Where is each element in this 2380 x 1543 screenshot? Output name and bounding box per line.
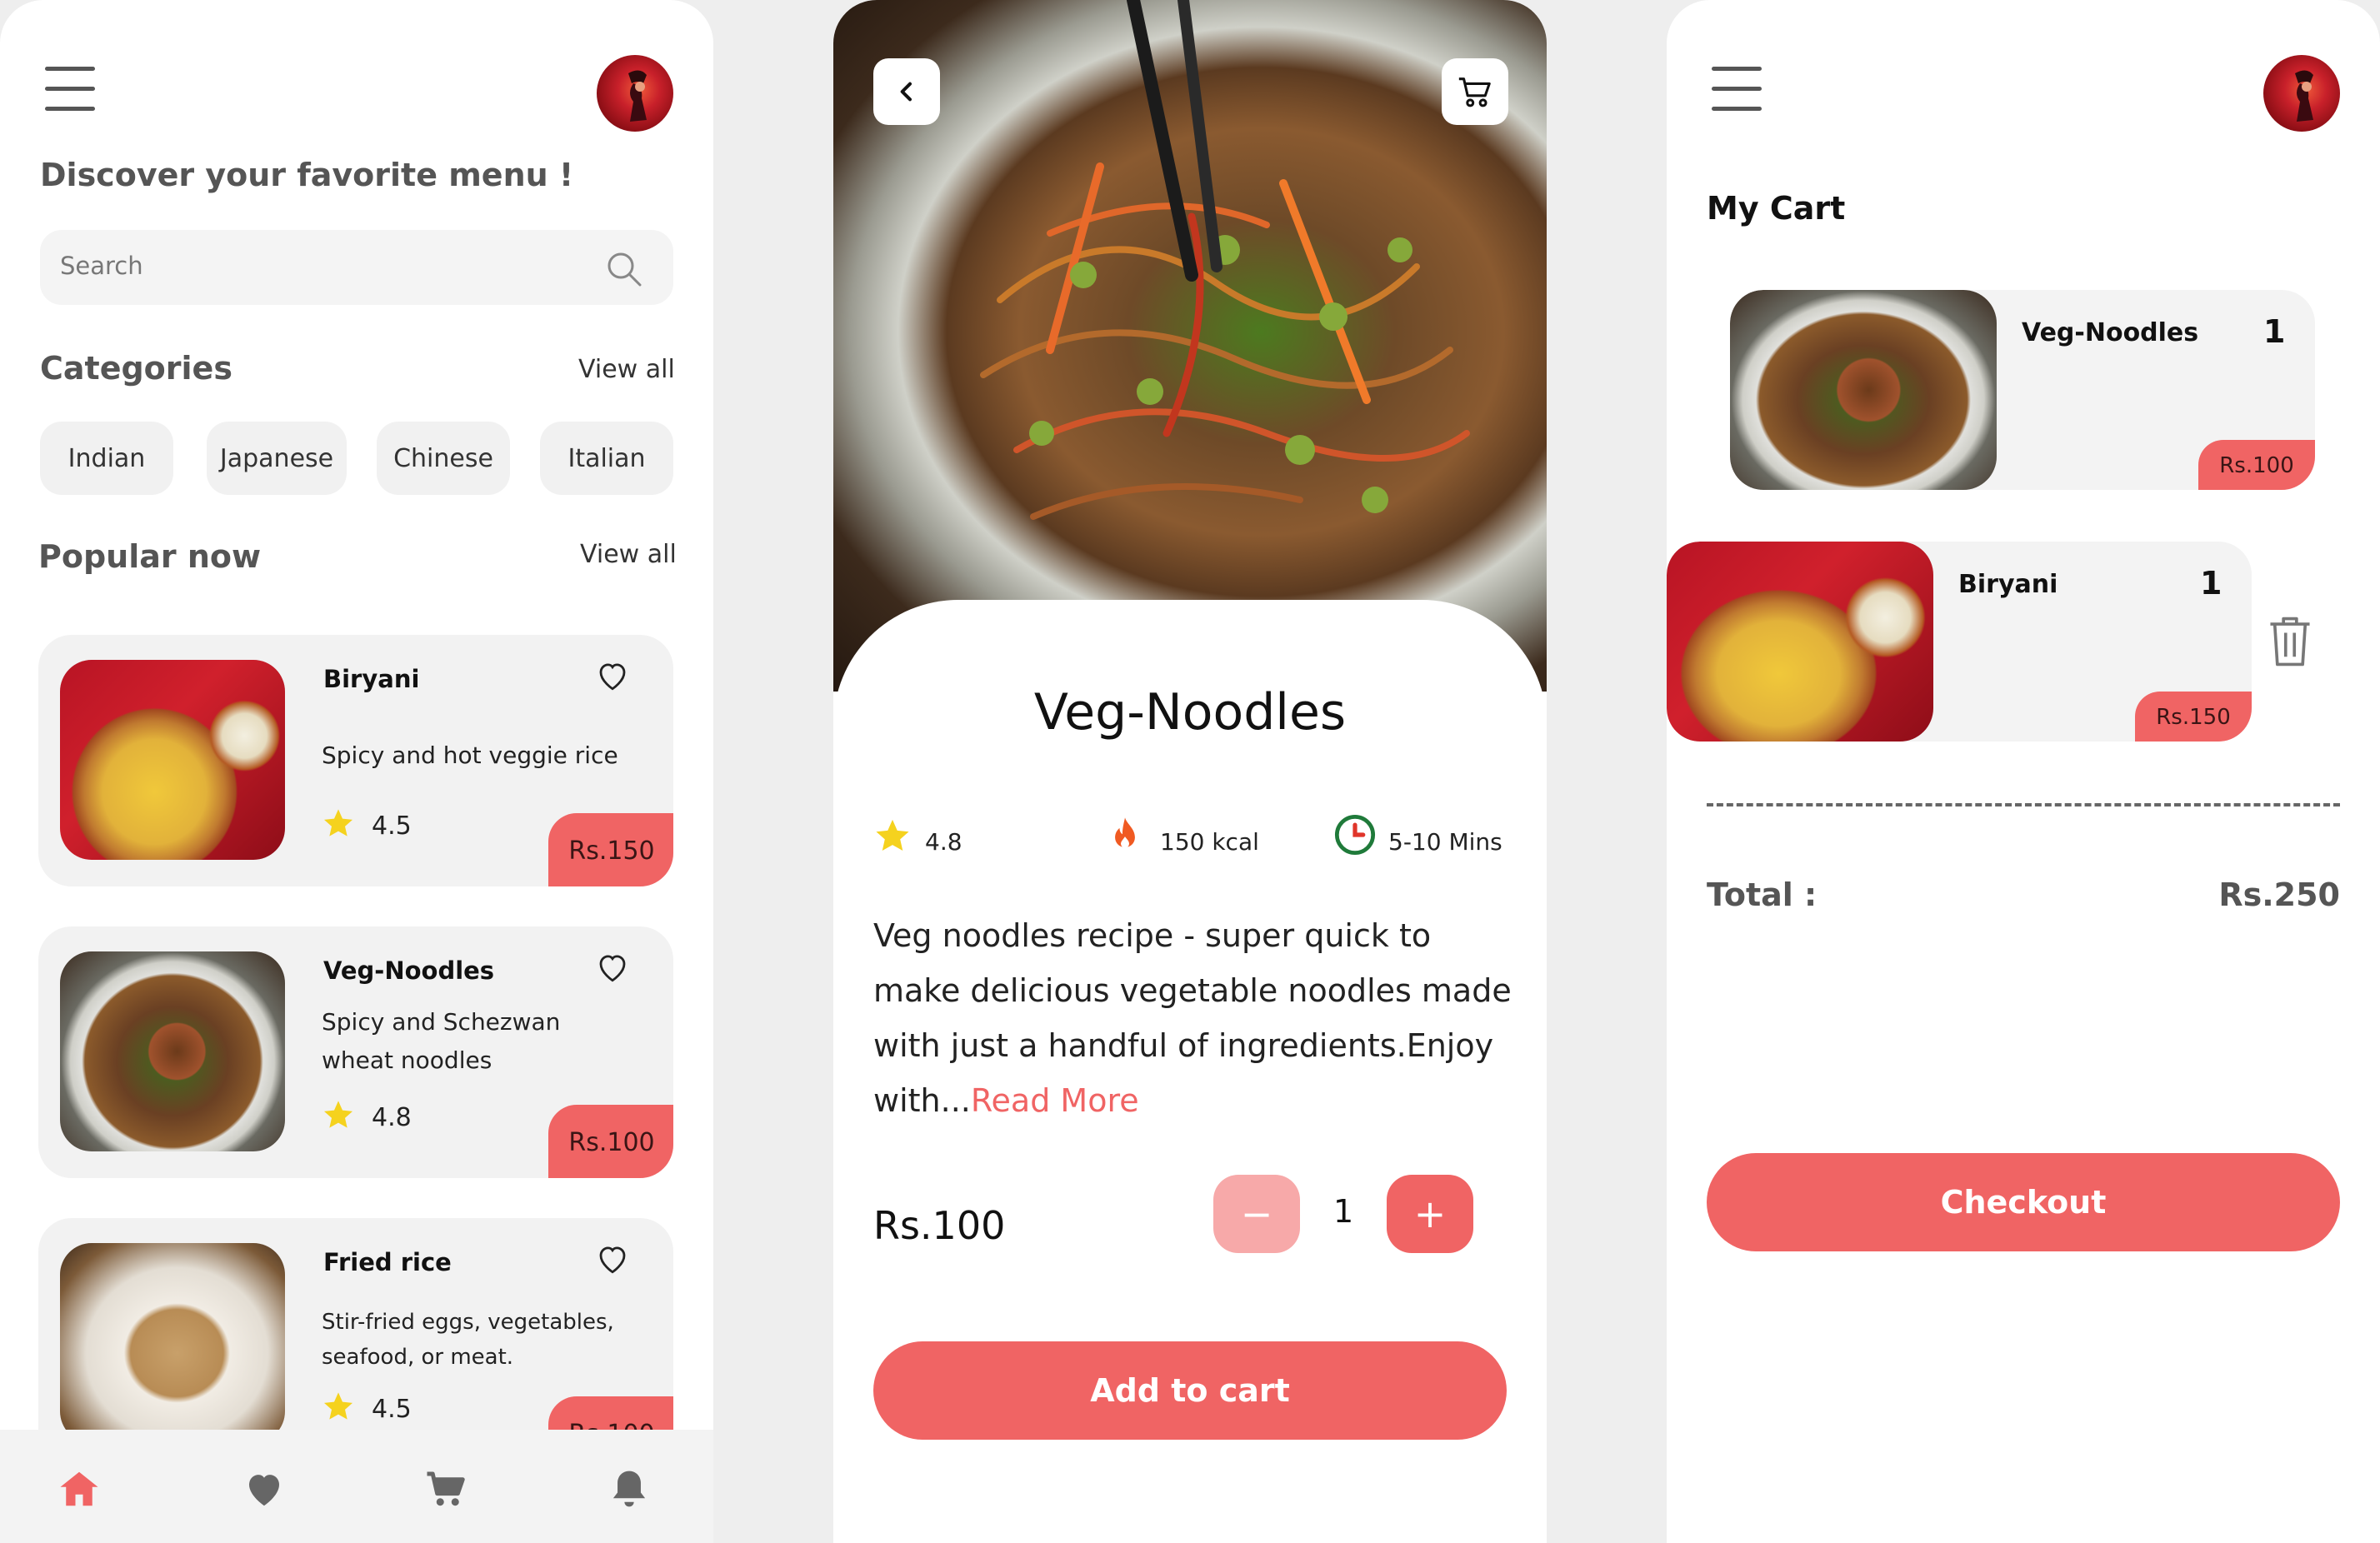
flame-icon — [1115, 817, 1135, 848]
food-name: Veg-Noodles — [323, 956, 495, 985]
description-text: Veg noodles recipe - super quick to make… — [873, 917, 1512, 1119]
heart-outline-icon[interactable] — [595, 1241, 630, 1276]
star-icon — [324, 809, 352, 836]
food-rating: 4.8 — [372, 1103, 412, 1132]
avatar[interactable] — [2263, 55, 2340, 132]
category-chip-italian[interactable]: Italian — [540, 422, 673, 495]
food-rating: 4.5 — [372, 1395, 412, 1424]
back-button[interactable] — [873, 58, 940, 125]
cart-item-price: Rs.150 — [2135, 692, 2252, 742]
categories-title: Categories — [40, 350, 232, 387]
read-more-link[interactable]: Read More — [971, 1082, 1139, 1119]
cart-item-name: Biryani — [1958, 570, 2058, 599]
star-icon — [324, 1101, 352, 1128]
bell-icon[interactable] — [607, 1466, 652, 1511]
divider — [1707, 803, 2340, 806]
food-description: Spicy and Schezwan wheat noodles — [322, 1008, 561, 1074]
avatar[interactable] — [597, 55, 673, 132]
star-icon — [324, 1392, 352, 1420]
food-card-veg-noodles[interactable]: Veg-Noodles Spicy and Schezwan wheat noo… — [38, 926, 673, 1178]
search-icon[interactable] — [605, 250, 643, 288]
food-rating: 4.5 — [372, 811, 412, 841]
decrease-quantity-button[interactable]: − — [1213, 1175, 1300, 1253]
detail-screen: Veg-Noodles 4.8 150 kcal 5-10 Mins Veg n… — [833, 0, 1547, 1543]
biryani-image — [1667, 542, 1933, 742]
product-name: Veg-Noodles — [1033, 683, 1347, 742]
category-chip-chinese[interactable]: Chinese — [377, 422, 510, 495]
price-tag: Rs.100 — [548, 1105, 673, 1178]
food-description: Stir-fried eggs, vegetables, seafood, or… — [322, 1310, 614, 1370]
fried-rice-image — [60, 1243, 285, 1443]
product-price: Rs.100 — [873, 1203, 1006, 1248]
checkout-button[interactable]: Checkout — [1707, 1153, 2340, 1251]
cart-icon[interactable] — [423, 1466, 468, 1511]
cart-title: My Cart — [1707, 190, 1846, 227]
page-title: Discover your favorite menu ! — [40, 157, 574, 193]
noodles-texture — [980, 0, 1470, 520]
category-chip-indian[interactable]: Indian — [40, 422, 173, 495]
total-label: Total : — [1707, 876, 1818, 913]
home-screen: Discover your favorite menu ! Search Cat… — [0, 0, 713, 1543]
product-description: Veg noodles recipe - super quick to make… — [873, 908, 1523, 1128]
cart-item-price: Rs.100 — [2198, 440, 2315, 490]
bottom-tab-bar — [0, 1430, 713, 1543]
product-kcal: 150 kcal — [1160, 828, 1259, 856]
star-icon — [876, 819, 909, 851]
heart-icon[interactable] — [242, 1466, 287, 1511]
clock-icon — [1334, 814, 1376, 856]
veg-noodles-image — [60, 951, 285, 1151]
total-value: Rs.250 — [2218, 876, 2340, 913]
trash-icon[interactable] — [2263, 613, 2317, 670]
cart-item-name: Veg-Noodles — [2022, 318, 2199, 347]
cart-button[interactable] — [1442, 58, 1508, 125]
cart-icon — [1458, 77, 1491, 107]
categories-view-all-link[interactable]: View all — [578, 355, 675, 384]
menu-icon[interactable] — [45, 67, 95, 113]
cart-item-quantity: 1 — [2200, 565, 2222, 602]
product-time: 5-10 Mins — [1388, 828, 1502, 856]
biryani-image — [60, 660, 285, 860]
search-input[interactable]: Search — [40, 230, 673, 305]
category-chip-japanese[interactable]: Japanese — [207, 422, 347, 495]
heart-outline-icon[interactable] — [595, 658, 630, 693]
add-to-cart-button[interactable]: Add to cart — [873, 1341, 1507, 1440]
home-icon[interactable] — [57, 1466, 102, 1511]
food-card-biryani[interactable]: Biryani Spicy and hot veggie rice 4.5 Rs… — [38, 635, 673, 886]
popular-title: Popular now — [38, 538, 262, 575]
cart-item-biryani[interactable]: Biryani 1 Rs.150 — [1667, 542, 2252, 742]
menu-icon[interactable] — [1712, 67, 1762, 113]
food-description: Spicy and hot veggie rice — [322, 742, 618, 769]
increase-quantity-button[interactable]: + — [1387, 1175, 1473, 1253]
food-name: Fried rice — [323, 1248, 452, 1276]
popular-view-all-link[interactable]: View all — [580, 540, 677, 569]
heart-outline-icon[interactable] — [595, 950, 630, 985]
veg-noodles-hero-image — [833, 0, 1547, 692]
plus-icon: + — [1413, 1191, 1447, 1236]
quantity-value: 1 — [1333, 1193, 1354, 1230]
cart-screen: My Cart Veg-Noodles 1 Rs.100 Biryani 1 R… — [1667, 0, 2380, 1543]
search-placeholder: Search — [60, 252, 143, 280]
price-tag: Rs.150 — [548, 813, 673, 886]
chevron-left-icon — [900, 82, 912, 102]
product-rating: 4.8 — [925, 828, 962, 856]
cart-item-quantity: 1 — [2263, 313, 2286, 350]
food-name: Biryani — [323, 665, 420, 693]
cart-item-veg-noodles[interactable]: Veg-Noodles 1 Rs.100 — [1730, 290, 2315, 490]
minus-icon: − — [1240, 1191, 1273, 1236]
veg-noodles-image — [1730, 290, 1997, 490]
